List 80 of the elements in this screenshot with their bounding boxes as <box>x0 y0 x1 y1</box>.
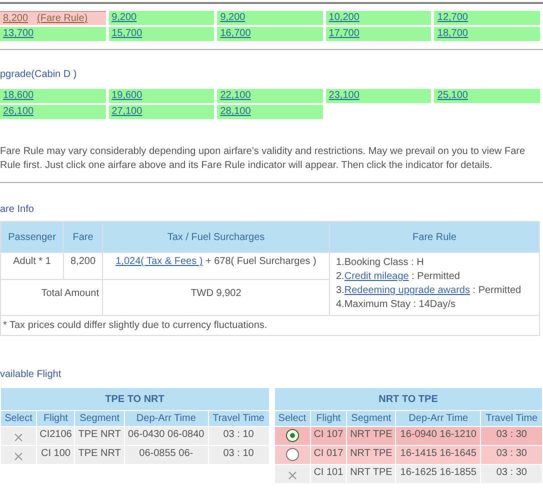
fuel-surcharge-text: + 678( Fuel Surcharges ) <box>204 256 316 267</box>
cross-icon <box>288 471 297 480</box>
fare-link[interactable]: 27,100 <box>112 106 142 117</box>
fare-link[interactable]: 9,200 <box>112 12 137 23</box>
column-header: Fare <box>64 222 102 252</box>
rule-number: 4. <box>336 299 344 310</box>
fare-link[interactable]: 18,600 <box>3 90 34 101</box>
table-cell: CI 101 <box>310 464 346 484</box>
table-cell: Adult * 1 <box>0 252 64 280</box>
fare-link[interactable]: 17,700 <box>328 28 360 39</box>
fare-link[interactable]: 13,700 <box>3 28 34 39</box>
section-title: vailable Flight <box>0 368 62 382</box>
radio-button[interactable] <box>286 448 299 461</box>
rule-link[interactable]: Redeeming upgrade awards <box>344 285 470 296</box>
table-cell: 16-1625 16-1855 <box>396 464 481 484</box>
fare-link[interactable]: 18,700 <box>437 28 468 39</box>
column-header: Passenger <box>0 222 64 252</box>
rule-text: Maximum Stay : 14Day/s <box>344 299 456 310</box>
table-cell: 03 : 30 <box>480 426 542 446</box>
fare-link[interactable]: 15,700 <box>112 28 142 39</box>
cross-icon <box>14 433 23 442</box>
fare-link[interactable]: 16,700 <box>220 28 251 39</box>
table-cell: 06-0855 06- <box>124 446 208 464</box>
fare-link[interactable]: 25,100 <box>437 90 468 101</box>
table-cell: CI 100 <box>36 446 75 464</box>
radio-button[interactable] <box>286 429 299 442</box>
fare-link[interactable]: 12,700 <box>437 12 468 23</box>
column-header: Dep-Arr Time <box>396 410 481 426</box>
table-cell: CI 107 <box>310 426 346 446</box>
rule-number: 1. <box>336 257 344 268</box>
fare-link[interactable]: 22,100 <box>220 90 251 101</box>
column-header: Tax / Fuel Surcharges <box>102 222 330 252</box>
column-header: Fare Rule <box>330 222 540 252</box>
fare-link[interactable]: 10,200 <box>328 12 360 23</box>
table-title: TPE TO NRT <box>0 388 269 410</box>
table-title: NRT TO TPE <box>274 388 542 410</box>
tax-note: * Tax prices could differ slightly due to currency fluctuations. <box>0 316 540 336</box>
table-cell: 03 : 30 <box>480 464 542 484</box>
column-header: Flight <box>310 410 346 426</box>
section-title: pgrade(Cabin D ) <box>0 68 78 82</box>
column-header: Select <box>0 410 36 426</box>
fare-link[interactable]: 9,200 <box>220 12 246 23</box>
table-cell: 06-0430 06-0840 <box>124 426 208 446</box>
section-title: are Info <box>0 203 35 217</box>
cross-icon <box>14 452 23 461</box>
rule-text: : Permitted <box>410 271 460 282</box>
table-cell: 16-0940 16-1210 <box>396 426 481 446</box>
fare-rule-link[interactable]: (Fare Rule) <box>37 13 88 24</box>
table-cell: CI2106 <box>36 426 75 446</box>
fare-link[interactable]: 19,600 <box>112 90 142 101</box>
table-cell: 8,200 <box>64 252 102 280</box>
notice-text: Fare Rule may vary considerably depending upon airfare’s validity and restrictions. May we prevail on you to view Fare Rule first. Just click one airfare above and its Fare Rule indicator will appear. Then click the indicator for details. <box>0 145 526 173</box>
column-header: Segment <box>346 410 396 426</box>
rule-link[interactable]: Credit mileage <box>344 271 409 282</box>
rule-number: 2. <box>336 271 344 282</box>
rule-text: : Permitted <box>472 285 522 296</box>
column-header: Dep-Arr Time <box>124 410 208 426</box>
column-header: Flight <box>36 410 75 426</box>
table-cell: 03 : 10 <box>208 426 269 446</box>
fare-link[interactable]: 28,100 <box>220 106 251 117</box>
table-cell: NRT TPE <box>346 464 396 484</box>
fare-link[interactable]: 26,100 <box>3 106 34 117</box>
column-header: Travel Time <box>208 410 269 426</box>
table-cell: NRT TPE <box>346 446 396 464</box>
table-cell: 03 : 30 <box>480 446 542 464</box>
table-cell: 03 : 10 <box>208 446 269 464</box>
fare-link[interactable]: 8,200 <box>3 13 28 24</box>
table-cell: 16-1415 16-1645 <box>396 446 481 464</box>
table-cell: Total Amount <box>0 280 102 316</box>
column-header: Select <box>274 410 310 426</box>
rule-number: 3. <box>336 285 344 296</box>
table-cell: NRT TPE <box>346 426 396 446</box>
table-cell: CI 017 <box>310 446 346 464</box>
tax-fees-link[interactable]: 1,024( Tax & Fees ) <box>116 256 203 267</box>
table-cell: TPE NRT <box>74 426 124 446</box>
rule-text: Booking Class : H <box>344 257 424 268</box>
column-header: Segment <box>74 410 124 426</box>
table-cell: TPE NRT <box>74 446 124 464</box>
fare-link[interactable]: 23,100 <box>328 90 360 101</box>
column-header: Travel Time <box>480 410 542 426</box>
